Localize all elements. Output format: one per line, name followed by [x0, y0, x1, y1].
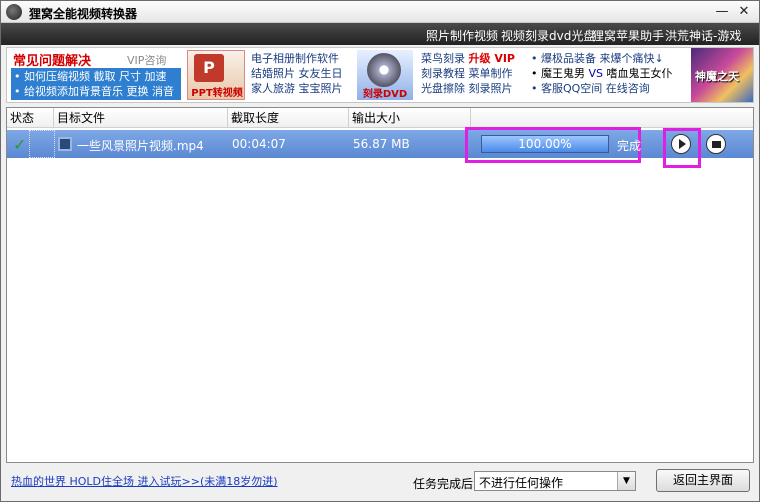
upgrade-vip-link[interactable]: 升级 VIP	[469, 52, 516, 65]
top-nav-bar: 照片制作视频 视频刻录dvd光盘 狸窝苹果助手 洪荒神话-游戏	[1, 23, 759, 45]
powerpoint-icon: P	[194, 54, 224, 82]
progress-bar: 100.00%	[481, 135, 609, 153]
album-link-wedding[interactable]: 结婚照片 女友生日	[251, 66, 343, 81]
faq-line-compress[interactable]: • 如何压缩视频 截取 尺寸 加速	[14, 69, 178, 84]
task-complete-label: 任务完成后:	[413, 477, 478, 491]
app-logo-icon	[6, 4, 22, 20]
ppt-to-video-tile[interactable]: P PPT转视频	[187, 50, 245, 100]
nav-link-apple-helper[interactable]: 狸窝苹果助手	[592, 27, 664, 44]
faq-links[interactable]: • 如何压缩视频 截取 尺寸 加速 • 给视频添加背景音乐 更换 消音	[11, 68, 181, 100]
dvd-links[interactable]: 菜鸟刻录 升级 VIP 刻录教程 菜单制作 光盘擦除 刻录照片	[421, 51, 515, 96]
chevron-down-icon[interactable]: ▼	[617, 472, 635, 490]
table-header: 状态 目标文件 截取长度 输出大小	[7, 108, 753, 128]
col-header-duration[interactable]: 截取长度	[228, 108, 349, 128]
check-icon: ✓	[13, 135, 27, 154]
nav-link-dvd-burn[interactable]: 视频刻录dvd光盘	[501, 27, 595, 44]
album-links[interactable]: 电子相册制作软件 结婚照片 女友生日 家人旅游 宝宝照片	[251, 51, 343, 96]
faq-line-music[interactable]: • 给视频添加背景音乐 更换 消音	[14, 84, 178, 99]
dvd-label: 刻录DVD	[362, 89, 408, 100]
title-bar: 狸窝全能视频转换器 — ✕	[1, 1, 759, 23]
back-to-main-button[interactable]: 返回主界面	[656, 469, 750, 492]
album-link-software[interactable]: 电子相册制作软件	[251, 51, 343, 66]
ad-banner: 常见问题解决 VIP咨询 • 如何压缩视频 截取 尺寸 加速 • 给视频添加背景…	[6, 47, 754, 103]
close-button[interactable]: ✕	[735, 4, 753, 20]
task-table: 状态 目标文件 截取长度 输出大小 ✓ 一些风景照片视频.mp4 00:04:0…	[6, 107, 754, 463]
play-icon[interactable]	[671, 134, 691, 154]
faq-panel: 常见问题解决 VIP咨询 • 如何压缩视频 截取 尺寸 加速 • 给视频添加背景…	[7, 48, 183, 102]
faq-title: 常见问题解决	[13, 54, 92, 69]
dvd-link-erase[interactable]: 光盘擦除 刻录照片	[421, 81, 515, 96]
promo-vs: VS	[588, 67, 604, 80]
bottom-ad-link[interactable]: 热血的世界 HOLD住全场 进入试玩>>(未满18岁勿进)	[11, 473, 278, 489]
minimize-button[interactable]: —	[713, 4, 731, 20]
dvd-burn-tile[interactable]: 刻录DVD	[357, 50, 413, 100]
nav-link-game[interactable]: 洪荒神话-游戏	[665, 27, 741, 44]
col-header-status[interactable]: 状态	[7, 108, 54, 128]
promo-qq[interactable]: • 客服QQ空间 在线咨询	[531, 81, 673, 96]
after-task-value: 不进行任何操作	[479, 476, 564, 490]
game-ad-text: 神魔之天	[695, 70, 739, 83]
table-row[interactable]: ✓ 一些风景照片视频.mp4 00:04:07 56.87 MB 100.00%…	[7, 127, 753, 168]
col-header-output-size[interactable]: 输出大小	[349, 108, 471, 128]
promo-links[interactable]: • 爆极品装备 来爆个痛快↓ • 魔王鬼男 VS 嗜血鬼王女仆 • 客服QQ空间…	[531, 51, 673, 96]
game-ad-image[interactable]: 神魔之天	[691, 48, 753, 102]
ppt-label: PPT转视频	[191, 88, 243, 99]
video-file-icon	[58, 137, 72, 151]
window-title: 狸窝全能视频转换器	[29, 7, 138, 21]
nav-link-photo-video[interactable]: 照片制作视频	[426, 27, 498, 44]
dvd-link-beginner[interactable]: 菜鸟刻录	[421, 52, 465, 65]
dvd-link-tutorial[interactable]: 刻录教程 菜单制作	[421, 66, 515, 81]
open-folder-icon[interactable]	[706, 134, 726, 154]
vip-consult-link[interactable]: VIP咨询	[127, 52, 166, 68]
progress-text: 100.00%	[518, 137, 572, 151]
app-window: 狸窝全能视频转换器 — ✕ 照片制作视频 视频刻录dvd光盘 狸窝苹果助手 洪荒…	[0, 0, 760, 502]
promo-gear[interactable]: • 爆极品装备 来爆个痛快↓	[531, 51, 673, 66]
file-name: 一些风景照片视频.mp4	[77, 139, 204, 153]
after-task-select[interactable]: 不进行任何操作 ▼	[474, 471, 636, 491]
album-link-family[interactable]: 家人旅游 宝宝照片	[251, 81, 343, 96]
status-text: 完成	[617, 139, 642, 153]
dvd-disc-icon	[367, 53, 401, 87]
clip-duration: 00:04:07	[232, 137, 286, 151]
col-header-target-file[interactable]: 目标文件	[54, 108, 228, 128]
promo-maid[interactable]: 嗜血鬼王女仆	[607, 67, 673, 80]
output-size: 56.87 MB	[353, 137, 410, 151]
row-select-cell[interactable]	[29, 130, 55, 158]
promo-demon-man[interactable]: • 魔王鬼男	[531, 67, 585, 80]
